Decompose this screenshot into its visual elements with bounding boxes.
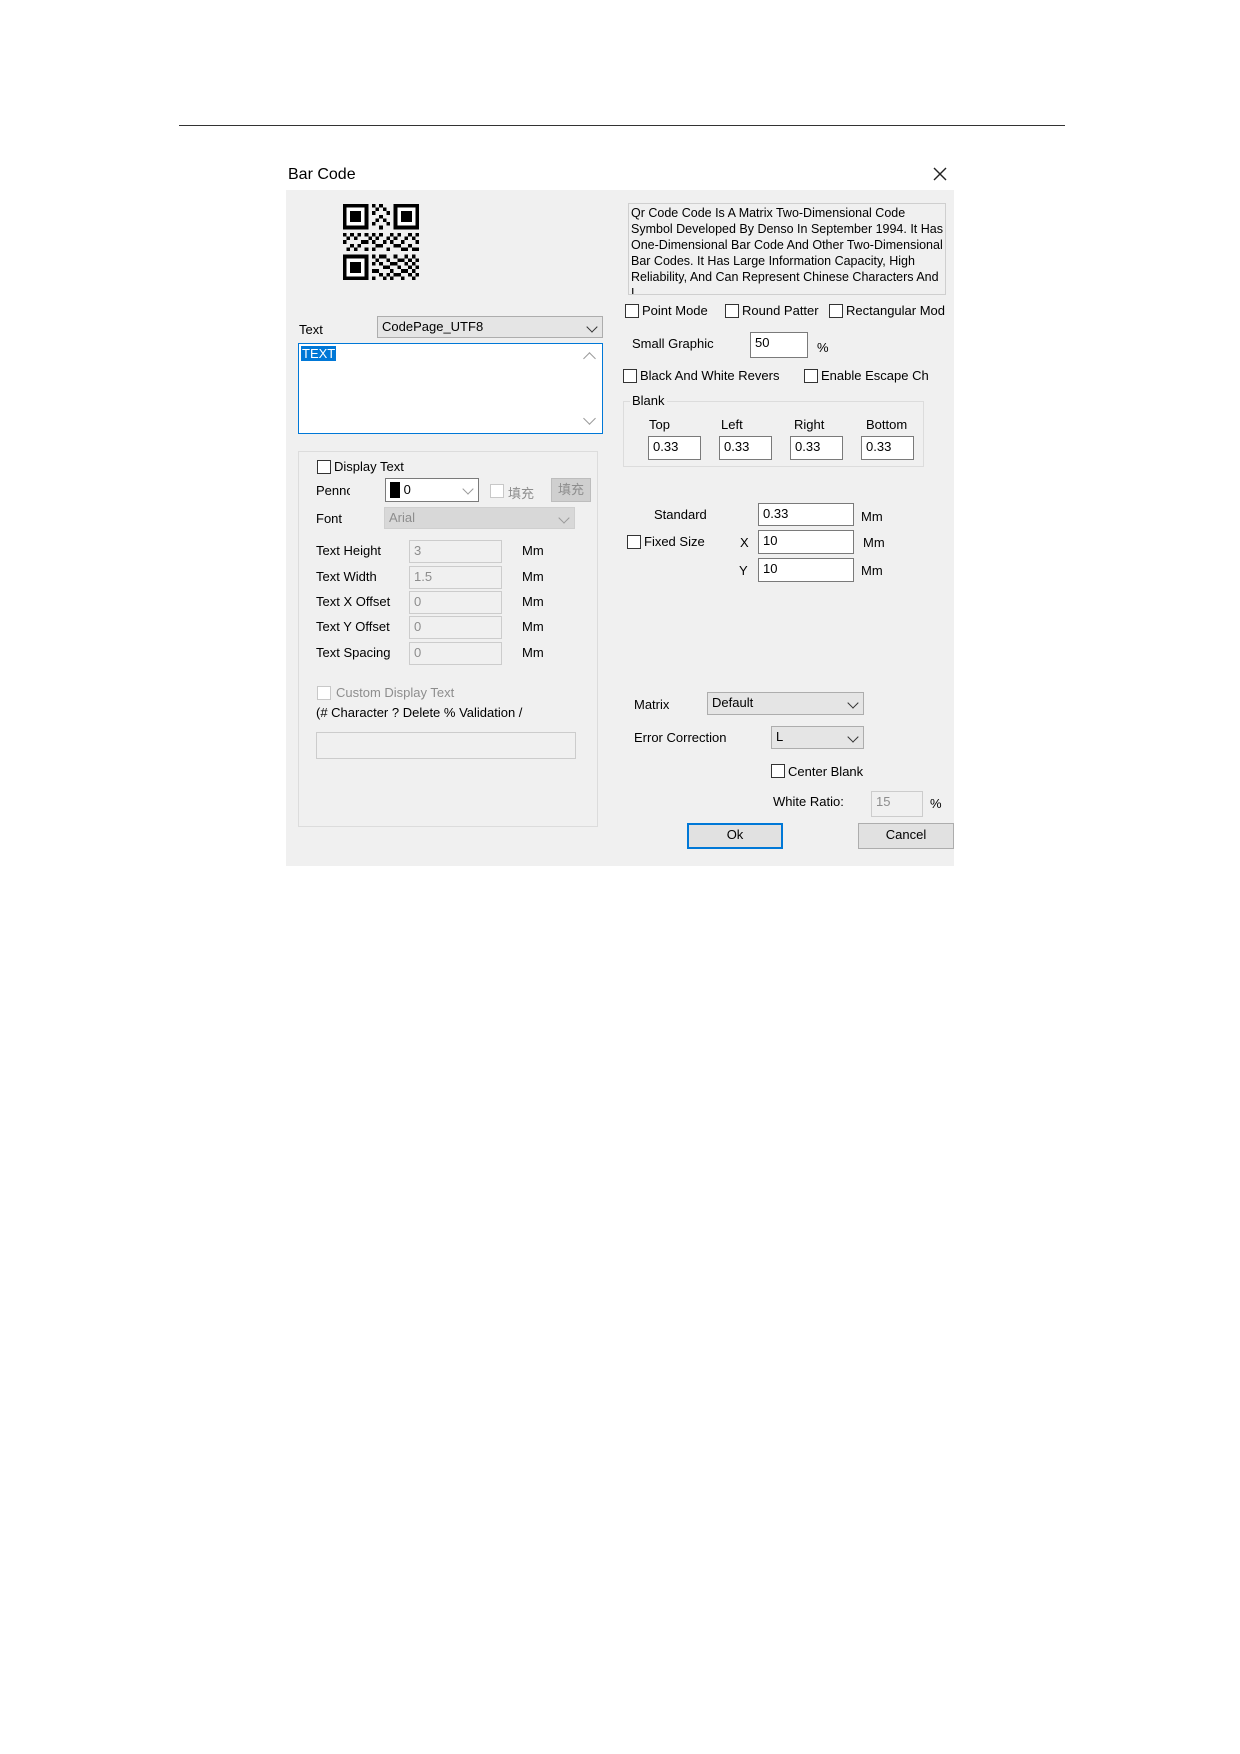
standard-label: Standard xyxy=(654,507,707,522)
standard-unit: Mm xyxy=(861,509,883,524)
blank-label: Blank xyxy=(630,393,667,408)
fill-checkbox-label: 填充 xyxy=(508,486,535,501)
size-x-label: X xyxy=(740,535,749,550)
blank-bottom-label: Bottom xyxy=(866,417,908,432)
display-text-label: Display Text xyxy=(334,459,404,474)
scroll-down-icon[interactable] xyxy=(583,412,596,425)
blank-left-input[interactable]: 0.33 xyxy=(719,436,772,460)
fill-checkbox[interactable] xyxy=(490,484,504,498)
center-blank-label: Center Blank xyxy=(788,764,864,779)
small-graphic-label: Small Graphic xyxy=(632,336,714,351)
metric-label: Text Y Offset xyxy=(316,619,390,634)
blank-right-label: Right xyxy=(794,417,825,432)
codepage-value: CodePage_UTF8 xyxy=(382,319,484,334)
standard-input[interactable]: 0.33 xyxy=(758,503,854,526)
metric-unit: Mm xyxy=(522,543,544,558)
pen-label: Penno xyxy=(316,483,350,498)
qr-code-icon xyxy=(343,204,419,280)
blank-top-input[interactable]: 0.33 xyxy=(648,436,701,460)
dialog-title: Bar Code xyxy=(288,166,356,183)
custom-display-label: Custom Display Text xyxy=(336,685,455,700)
size-x-input[interactable]: 10 xyxy=(758,530,854,554)
metric-label: Text Spacing xyxy=(316,645,391,660)
content-text: TEXT xyxy=(301,346,337,361)
font-label: Font xyxy=(316,511,343,526)
metric-input[interactable]: 0 xyxy=(409,591,502,614)
matrix-label: Matrix xyxy=(634,697,670,712)
point-mode-checkbox[interactable] xyxy=(625,304,639,318)
white-ratio-input[interactable]: 15 xyxy=(871,791,923,817)
text-label: Text xyxy=(299,322,323,337)
metric-input[interactable]: 0 xyxy=(409,616,502,639)
pen-color-swatch xyxy=(390,481,400,498)
close-icon xyxy=(933,167,947,181)
metric-label: Text X Offset xyxy=(316,594,391,609)
blank-top-label: Top xyxy=(649,417,670,432)
fill-button[interactable]: 填充 xyxy=(551,478,591,502)
round-pattern-label: Round Patter xyxy=(742,303,819,318)
title-bar xyxy=(286,160,954,190)
blank-right-input[interactable]: 0.33 xyxy=(790,436,843,460)
scroll-up-icon[interactable] xyxy=(583,352,596,365)
ok-button[interactable]: Ok xyxy=(687,823,783,849)
center-blank-checkbox[interactable] xyxy=(771,764,785,778)
error-correction-label: Error Correction xyxy=(634,730,727,745)
barcode-description: Qr Code Code Is A Matrix Two-Dimensional… xyxy=(628,203,946,295)
font-value: Arial xyxy=(389,510,416,525)
small-graphic-unit: % xyxy=(817,340,829,355)
round-pattern-checkbox[interactable] xyxy=(725,304,739,318)
metric-unit: Mm xyxy=(522,645,544,660)
custom-display-input[interactable] xyxy=(316,732,576,759)
metric-input[interactable]: 1.5 xyxy=(409,566,502,589)
metric-label: Text Width xyxy=(316,569,377,584)
page-rule xyxy=(179,125,1065,126)
blank-left-label: Left xyxy=(721,417,743,432)
font-select[interactable]: Arial xyxy=(384,507,575,529)
error-correction-value: L xyxy=(776,729,784,744)
fixed-size-checkbox[interactable] xyxy=(627,535,641,549)
codepage-select[interactable]: CodePage_UTF8 xyxy=(377,316,603,338)
small-graphic-input[interactable]: 50 xyxy=(750,332,808,358)
metric-unit: Mm xyxy=(522,569,544,584)
rectangular-mode-label: Rectangular Mod xyxy=(846,303,945,318)
size-y-label: Y xyxy=(739,563,748,578)
chevron-down-icon xyxy=(558,512,570,524)
chevron-down-icon xyxy=(462,483,474,495)
fixed-size-label: Fixed Size xyxy=(644,534,705,549)
metric-label: Text Height xyxy=(316,543,382,558)
custom-display-checkbox[interactable] xyxy=(317,686,331,700)
cancel-button[interactable]: Cancel xyxy=(858,823,954,849)
size-y-unit: Mm xyxy=(861,563,883,578)
matrix-value: Default xyxy=(712,695,754,710)
close-button[interactable] xyxy=(928,162,952,186)
chevron-down-icon xyxy=(847,697,859,709)
content-textarea[interactable]: TEXT xyxy=(298,343,603,434)
chevron-down-icon xyxy=(847,731,859,743)
white-ratio-label: White Ratio: xyxy=(773,794,844,809)
escape-label: Enable Escape Ch xyxy=(821,368,929,383)
bw-reverse-label: Black And White Revers xyxy=(640,368,780,383)
matrix-select[interactable]: Default xyxy=(707,692,864,715)
escape-checkbox[interactable] xyxy=(804,369,818,383)
size-y-input[interactable]: 10 xyxy=(758,558,854,582)
size-x-unit: Mm xyxy=(863,535,885,550)
chevron-down-icon xyxy=(586,321,598,333)
custom-display-hint: (# Character ? Delete % Validation / xyxy=(316,705,523,720)
error-correction-select[interactable]: L xyxy=(771,726,864,749)
metric-unit: Mm xyxy=(522,619,544,634)
rectangular-mode-checkbox[interactable] xyxy=(829,304,843,318)
display-text-checkbox[interactable] xyxy=(317,460,331,474)
white-ratio-unit: % xyxy=(930,796,942,811)
metric-unit: Mm xyxy=(522,594,544,609)
pen-select[interactable]: 0 xyxy=(385,478,479,502)
bw-reverse-checkbox[interactable] xyxy=(623,369,637,383)
point-mode-label: Point Mode xyxy=(642,303,708,318)
pen-value: 0 xyxy=(403,482,411,498)
metric-input[interactable]: 3 xyxy=(409,540,502,563)
qr-preview xyxy=(343,204,419,280)
blank-bottom-input[interactable]: 0.33 xyxy=(861,436,914,460)
metric-input[interactable]: 0 xyxy=(409,642,502,665)
